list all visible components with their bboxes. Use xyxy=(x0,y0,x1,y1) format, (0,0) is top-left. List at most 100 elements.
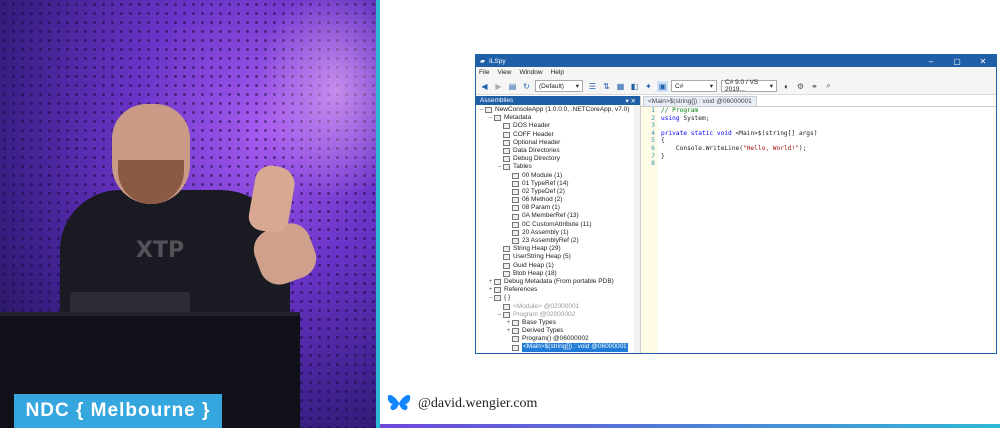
theme-icon[interactable]: ◐ xyxy=(781,81,792,92)
title-bar: ▰ ILSpy – ▢ ✕ xyxy=(476,55,996,67)
tree-node[interactable]: Debug Directory xyxy=(476,155,640,163)
manage-lists-icon[interactable]: ☰ xyxy=(587,81,598,92)
node-icon xyxy=(512,328,519,335)
refresh-icon[interactable]: ↻ xyxy=(521,81,532,92)
tree-node[interactable]: + Debug Metadata (From portable PDB) xyxy=(476,278,640,286)
tree-node[interactable]: Guid Heap (1) xyxy=(476,262,640,270)
collapse-icon[interactable]: – xyxy=(487,114,494,122)
laptop xyxy=(70,292,190,312)
collapse-icon[interactable]: – xyxy=(478,106,485,114)
tree-node[interactable]: 0A MemberRef (13) xyxy=(476,212,640,220)
tree-node[interactable]: – Tables xyxy=(476,163,640,171)
tree-node[interactable]: Program() @06000002 xyxy=(476,335,640,343)
menu-help[interactable]: Help xyxy=(551,69,564,76)
tree-node[interactable]: String Heap (29) xyxy=(476,245,640,253)
menu-window[interactable]: Window xyxy=(519,69,542,76)
tree-node[interactable]: – Metadata xyxy=(476,114,640,122)
maximize-icon[interactable]: ▢ xyxy=(944,57,970,66)
expand-icon[interactable]: + xyxy=(487,286,494,294)
link-icon[interactable]: ⚭ xyxy=(809,81,820,92)
line-number: 1 xyxy=(651,107,655,114)
code-text: // Program using System; private static … xyxy=(657,107,817,353)
settings-icon[interactable]: ⚙ xyxy=(795,81,806,92)
expand-icon[interactable]: + xyxy=(505,327,512,335)
tree-node[interactable]: + Base Types xyxy=(476,319,640,327)
minimize-icon[interactable]: – xyxy=(918,57,944,66)
tree-node-label: <Module> @02000001 xyxy=(513,302,580,310)
tree-node-label: 01 TypeRef (14) xyxy=(522,179,569,187)
tree-node[interactable]: 02 TypeDef (2) xyxy=(476,188,640,196)
collapse-icon[interactable]: – xyxy=(496,163,503,171)
tree-node-label: 0A MemberRef (13) xyxy=(522,212,579,220)
social-handle: @david.wengier.com xyxy=(386,392,537,416)
menu-file[interactable]: File xyxy=(479,69,489,76)
tree-node[interactable]: COFF Header xyxy=(476,131,640,139)
tree-node[interactable]: Optional Header xyxy=(476,139,640,147)
forward-icon[interactable]: ▶ xyxy=(493,81,504,92)
node-icon xyxy=(503,254,510,261)
node-icon xyxy=(512,344,519,351)
tree-node[interactable]: 23 AssemblyRef (2) xyxy=(476,237,640,245)
tree-node[interactable]: 06 Method (2) xyxy=(476,196,640,204)
tree-node[interactable]: Blob Heap (18) xyxy=(476,270,640,278)
node-icon xyxy=(494,115,501,122)
version-select[interactable]: C# 9.0 / VS 2019... ▾ xyxy=(721,79,777,93)
tree-node[interactable]: UserString Heap (5) xyxy=(476,253,640,261)
toolbar: ◀ ▶ ▤ ↻ (Default) ▾ ☰ ⇅ ▦ ◧ ✦ ▣ C# ▾ C# … xyxy=(476,78,996,95)
assembly-list-select[interactable]: (Default) ▾ xyxy=(535,80,583,92)
tree-node[interactable]: + Derived Types xyxy=(476,327,640,335)
view-icon[interactable]: ▣ xyxy=(657,80,668,92)
pin-icon[interactable]: ▾ ✕ xyxy=(625,97,636,105)
back-icon[interactable]: ◀ xyxy=(479,81,490,92)
node-icon xyxy=(512,188,519,195)
node-icon xyxy=(512,229,519,236)
expand-icon[interactable]: + xyxy=(505,319,512,327)
node-icon xyxy=(512,213,519,220)
api-filter-icon[interactable]: ◧ xyxy=(629,81,640,92)
tree-node[interactable]: 08 Param (1) xyxy=(476,204,640,212)
assemblies-header: Assemblies ▾ ✕ xyxy=(476,96,640,105)
tree-node[interactable]: 20 Assembly (1) xyxy=(476,229,640,237)
sort-icon[interactable]: ⇅ xyxy=(601,81,612,92)
node-icon xyxy=(512,221,519,228)
code-method-signature: <Main>$(string[] args) xyxy=(731,129,818,137)
tree-node-label: UserString Heap (5) xyxy=(513,253,571,261)
tree-node[interactable]: <Module> @02000001 xyxy=(476,303,640,311)
tree-node[interactable]: – NewConsoleApp (1.0.0.0, .NETCoreApp, v7… xyxy=(476,106,640,114)
tree-node-label: Tables xyxy=(513,163,532,171)
line-number: 6 xyxy=(651,144,655,152)
open-icon[interactable]: ▤ xyxy=(507,81,518,92)
cpp-icon[interactable]: ✦ xyxy=(643,81,654,92)
assembly-tree: – NewConsoleApp (1.0.0.0, .NETCoreApp, v7… xyxy=(476,105,640,352)
expand-icon[interactable]: + xyxy=(487,278,494,286)
language-select[interactable]: C# ▾ xyxy=(671,80,717,92)
tree-node[interactable]: 00 Module (1) xyxy=(476,172,640,180)
menu-view[interactable]: View xyxy=(497,69,511,76)
tree-node-label: 0C CustomAttribute (11) xyxy=(522,220,592,228)
tree-node-label: 00 Module (1) xyxy=(522,171,563,179)
tree-scrollbar[interactable] xyxy=(634,105,640,353)
tree-node[interactable]: – Program @02000002 xyxy=(476,311,640,319)
search-icon[interactable]: ⌕ xyxy=(823,81,834,92)
collapse-icon[interactable]: – xyxy=(487,294,494,302)
node-icon xyxy=(503,246,510,253)
code-using-target: System; xyxy=(679,114,710,122)
butterfly-icon xyxy=(387,394,411,411)
tree-node[interactable]: <Main>$(string[]) : void @06000001 xyxy=(476,343,640,352)
show-all-icon[interactable]: ▦ xyxy=(615,81,626,92)
tree-node[interactable]: + References xyxy=(476,286,640,294)
tab-main-method[interactable]: <Main>$(string[]) : void @06000001 xyxy=(643,96,757,106)
tree-node-label: Program() @06000002 xyxy=(522,335,589,343)
close-icon[interactable]: ✕ xyxy=(970,57,996,66)
collapse-icon[interactable]: – xyxy=(496,311,503,319)
tree-node[interactable]: Data Directories xyxy=(476,147,640,155)
tree-node[interactable]: – { } xyxy=(476,294,640,302)
code-call: Console.WriteLine( xyxy=(661,144,743,152)
code-keyword: private static void xyxy=(661,129,732,137)
tree-node[interactable]: DOS Header xyxy=(476,122,640,130)
version-value: C# 9.0 / VS 2019... xyxy=(725,79,759,93)
tree-node[interactable]: 0C CustomAttribute (11) xyxy=(476,221,640,229)
tree-node[interactable]: 01 TypeRef (14) xyxy=(476,180,640,188)
tree-node-label: 20 Assembly (1) xyxy=(522,228,569,236)
code-editor[interactable]: 12345678 // Program using System; privat… xyxy=(641,107,996,353)
